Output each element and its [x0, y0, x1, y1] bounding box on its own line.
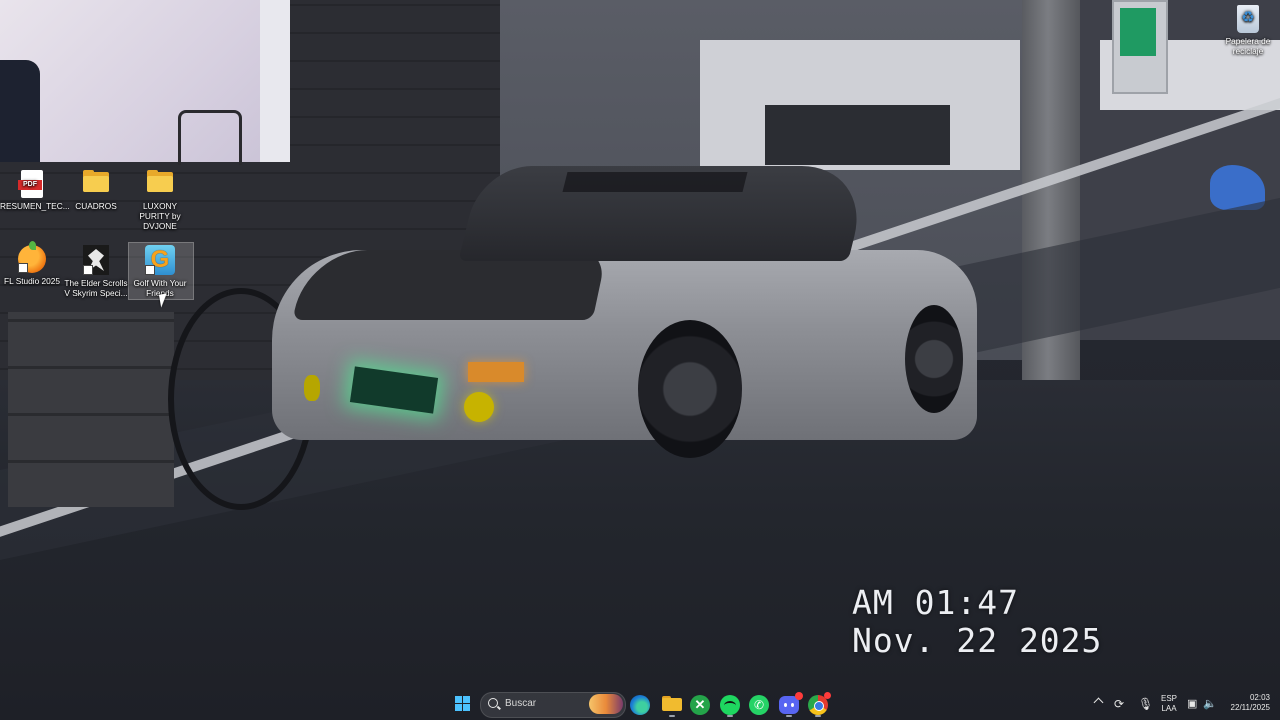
desktop-icon-resumen-pdf[interactable]: PDF RESUMEN_TEC...	[0, 168, 70, 211]
shortcut-arrow-icon	[145, 265, 155, 275]
discord-icon[interactable]	[779, 692, 803, 714]
xbox-icon[interactable]	[690, 695, 710, 715]
street-sign	[1112, 0, 1168, 94]
running-indicator	[669, 715, 675, 717]
desktop-icon-label: LUXONY PURITY by DVJONE	[139, 201, 181, 231]
running-indicator	[815, 715, 821, 717]
fog-light	[464, 392, 494, 422]
language-code: ESP	[1160, 694, 1177, 703]
volume-icon[interactable]: 🔈	[1203, 697, 1217, 711]
desktop-icon-label: The Elder Scrolls V Skyrim Speci...	[64, 278, 128, 298]
clock-widget-date: Nov. 22 2025	[852, 621, 1103, 660]
turn-signal	[468, 362, 524, 382]
edge-icon[interactable]	[630, 695, 650, 715]
desktop-icon-recycle-bin[interactable]: Papelera de reciclaje	[1216, 5, 1280, 56]
fog-light-left	[304, 375, 320, 401]
coat-silhouette	[0, 60, 40, 162]
language-indicator[interactable]: ESP LAA	[1158, 694, 1180, 714]
chair	[178, 110, 242, 165]
taskbar-time: 02:03	[1249, 693, 1270, 702]
shortcut-arrow-icon	[83, 265, 93, 275]
start-button[interactable]	[452, 693, 476, 715]
taskbar-search-box[interactable]: Buscar	[480, 692, 626, 718]
clock-widget-time: AM 01:47	[852, 583, 1019, 622]
pdf-tag: PDF	[18, 180, 42, 190]
start-icon	[455, 696, 462, 703]
search-placeholder: Buscar	[505, 698, 537, 709]
house-window	[765, 105, 950, 165]
desktop-icon-skyrim[interactable]: The Elder Scrolls V Skyrim Speci...	[64, 245, 128, 298]
folder-icon	[144, 166, 176, 198]
car-rear-wheel	[905, 305, 963, 413]
desktop-icon-luxony-purity[interactable]: LUXONY PURITY by DVJONE	[128, 166, 192, 231]
clock-widget: AM 01:47 Nov. 22 2025	[852, 584, 1102, 660]
notification-badge	[795, 692, 803, 700]
golf-with-your-friends-icon: G	[145, 245, 175, 275]
search-icon	[488, 698, 498, 708]
shortcut-arrow-icon	[18, 263, 28, 273]
taskbar-date: 22/11/2025	[1230, 703, 1270, 712]
window-post	[260, 0, 290, 162]
desktop-icon-cuadros[interactable]: CUADROS	[64, 166, 128, 211]
sync-icon[interactable]: ⟳	[1114, 697, 1124, 711]
desktop-icon-fl-studio[interactable]: FL Studio 2025	[0, 241, 64, 286]
file-explorer-icon[interactable]	[660, 693, 684, 715]
street-sign-panel	[1120, 8, 1156, 56]
running-indicator	[786, 715, 792, 717]
microphone-icon[interactable]: 🎙	[1138, 697, 1153, 711]
interior-window	[0, 0, 290, 162]
search-highlight-icon[interactable]	[589, 694, 623, 714]
brick-block	[8, 312, 174, 507]
skyrim-icon	[83, 245, 109, 275]
windshield-banner	[562, 172, 748, 192]
desktop-icon-label: RESUMEN_TEC...	[0, 201, 70, 211]
car-front-wheel	[638, 320, 742, 458]
folder-icon	[80, 166, 112, 198]
whatsapp-icon[interactable]	[749, 695, 769, 715]
notification-badge	[824, 692, 831, 699]
taskbar: Buscar	[0, 688, 1280, 720]
taskbar-clock[interactable]: 02:03 22/11/2025	[1222, 693, 1270, 713]
desktop-icon-label: Papelera de reciclaje	[1225, 36, 1271, 56]
desktop-icon-label: FL Studio 2025	[4, 276, 60, 286]
chrome-icon[interactable]	[808, 692, 831, 715]
running-indicator	[727, 715, 733, 717]
network-icon[interactable]: ▣	[1187, 697, 1197, 711]
fl-studio-icon	[18, 241, 46, 273]
keyboard-layout: LAA	[1161, 704, 1177, 713]
recycle-bin-icon	[1237, 5, 1259, 33]
spotify-icon[interactable]	[720, 695, 740, 715]
pdf-file-icon: PDF	[18, 170, 43, 198]
desktop-icon-golf-with-your-friends[interactable]: G Golf With Your Friends	[128, 245, 192, 298]
desktop-icon-label: CUADROS	[75, 201, 117, 211]
